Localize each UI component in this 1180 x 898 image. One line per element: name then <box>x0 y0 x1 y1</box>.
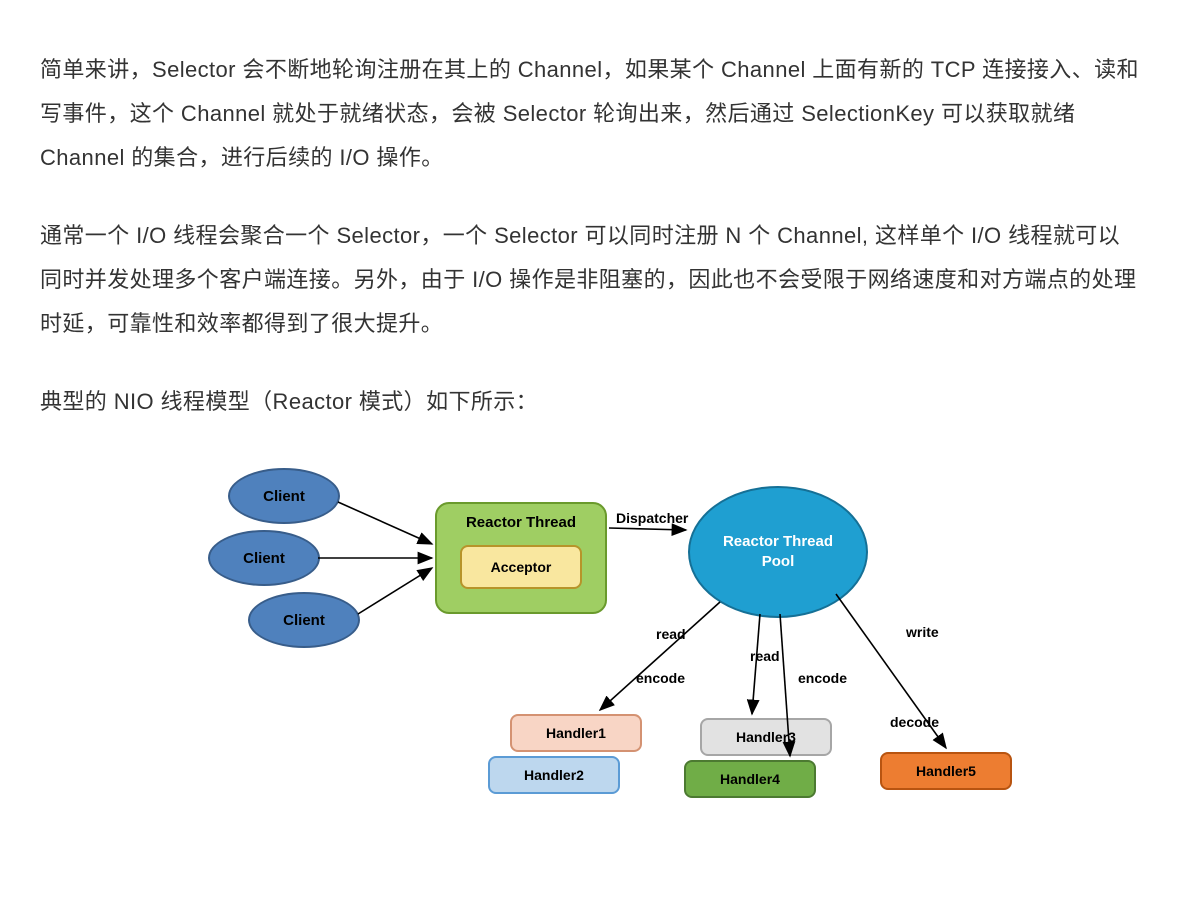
handler-label: Handler3 <box>736 729 796 745</box>
handler-label: Handler2 <box>524 767 584 783</box>
document-page: 简单来讲，Selector 会不断地轮询注册在其上的 Channel，如果某个 … <box>0 0 1180 898</box>
paragraph-3: 典型的 NIO 线程模型（Reactor 模式）如下所示： <box>40 380 1140 424</box>
pool-label: Reactor Thread Pool <box>723 532 833 572</box>
client-node-1: Client <box>228 468 340 524</box>
edge-label-read1: read <box>656 626 686 642</box>
reactor-thread-box: Reactor Thread Acceptor <box>435 502 607 614</box>
client-node-3: Client <box>248 592 360 648</box>
handler-3: Handler3 <box>700 718 832 756</box>
client-label: Client <box>243 550 285 567</box>
edge-label-decode: decode <box>890 714 939 730</box>
paragraph-2: 通常一个 I/O 线程会聚合一个 Selector，一个 Selector 可以… <box>40 214 1140 346</box>
handler-4: Handler4 <box>684 760 816 798</box>
client-label: Client <box>263 488 305 505</box>
handler-1: Handler1 <box>510 714 642 752</box>
reactor-thread-pool: Reactor Thread Pool <box>688 486 868 618</box>
reactor-diagram: Client Client Client Reactor Thread Acce… <box>40 464 1140 824</box>
edge-label-read2: read <box>750 648 780 664</box>
handler-5: Handler5 <box>880 752 1012 790</box>
client-label: Client <box>283 612 325 629</box>
acceptor-label: Acceptor <box>491 559 552 575</box>
acceptor-box: Acceptor <box>460 545 582 589</box>
edge-label-encode1: encode <box>636 670 685 686</box>
client-node-2: Client <box>208 530 320 586</box>
paragraph-1: 简单来讲，Selector 会不断地轮询注册在其上的 Channel，如果某个 … <box>40 48 1140 180</box>
handler-label: Handler4 <box>720 771 780 787</box>
handler-label: Handler1 <box>546 725 606 741</box>
edge-label-dispatcher: Dispatcher <box>616 510 688 526</box>
edge-label-write: write <box>906 624 939 640</box>
reactor-thread-label: Reactor Thread <box>437 514 605 531</box>
edge-label-encode2: encode <box>798 670 847 686</box>
handler-2: Handler2 <box>488 756 620 794</box>
handler-label: Handler5 <box>916 763 976 779</box>
